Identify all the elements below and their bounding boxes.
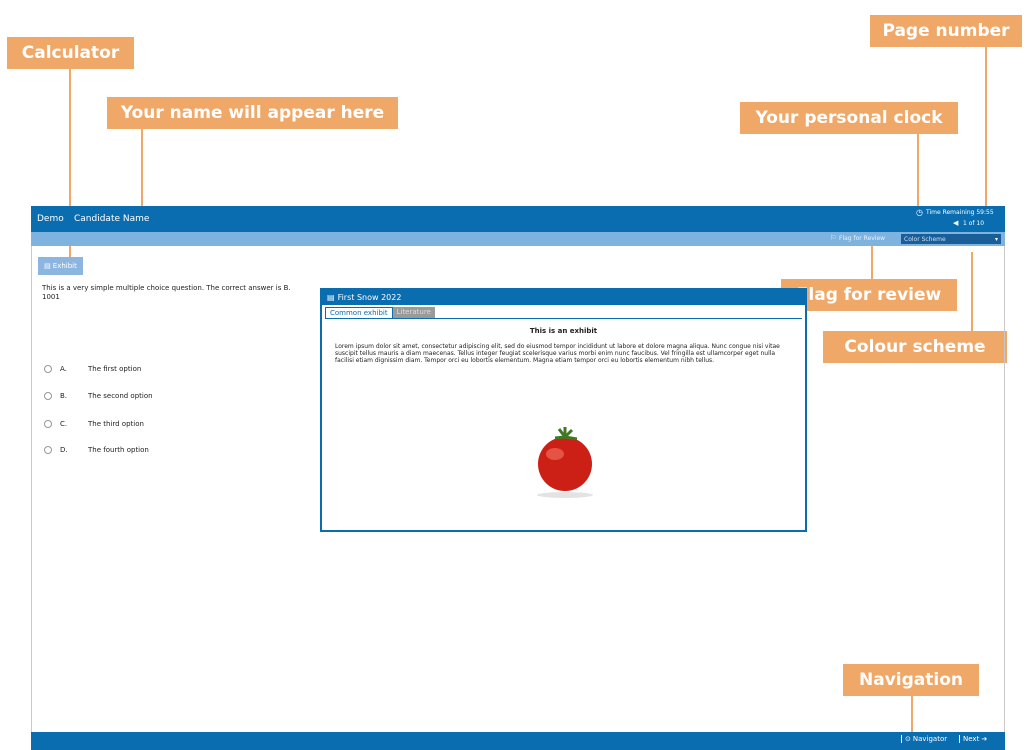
radio-button[interactable] <box>44 365 52 373</box>
callout-line <box>985 47 987 217</box>
calculator-icon: ▤ <box>327 293 335 302</box>
option-c[interactable]: C. The third option <box>44 420 144 428</box>
option-text: The second option <box>88 392 153 400</box>
next-label: Next <box>963 735 980 743</box>
option-letter: B. <box>60 392 68 400</box>
exhibit-window-titlebar[interactable]: ▤ First Snow 2022 <box>322 290 805 305</box>
color-scheme-select[interactable]: Color Scheme ▾ <box>901 234 1001 244</box>
time-remaining: Time Remaining 59:55 <box>926 209 994 216</box>
exhibit-paragraph: Lorem ipsum dolor sit amet, consectetur … <box>335 343 780 364</box>
exhibit-tabs: Common exhibit Literature <box>322 307 805 318</box>
tab-literature[interactable]: Literature <box>392 307 435 318</box>
option-text: The third option <box>88 420 144 428</box>
option-a[interactable]: A. The first option <box>44 365 141 373</box>
question-id: 1001 <box>42 293 60 301</box>
page-number: 1 of 10 <box>963 220 985 227</box>
next-button[interactable]: Next ➔ <box>959 735 987 743</box>
option-b[interactable]: B. The second option <box>44 392 153 400</box>
radio-button[interactable] <box>44 420 52 428</box>
question-body: This is a very simple multiple choice qu… <box>42 284 291 292</box>
radio-button[interactable] <box>44 392 52 400</box>
callout-line <box>141 129 143 209</box>
navigator-icon: ⊙ <box>905 735 911 743</box>
back-icon[interactable]: ◀ <box>953 219 958 227</box>
exhibit-window: ▤ First Snow 2022 Common exhibit Literat… <box>320 288 807 532</box>
header-bar: Demo Candidate Name ◷ Time Remaining 59:… <box>31 206 1005 232</box>
tomato-image <box>537 427 593 498</box>
callout-name: Your name will appear here <box>107 97 398 129</box>
question-text: This is a very simple multiple choice qu… <box>42 284 302 302</box>
flag-icon: ⚐ <box>830 234 837 242</box>
tab-common-exhibit[interactable]: Common exhibit <box>325 307 393 318</box>
option-d[interactable]: D. The fourth option <box>44 446 149 454</box>
navigator-button[interactable]: ⊙ Navigator <box>901 735 947 743</box>
callout-line <box>917 134 919 209</box>
footer-bar: ⊙ Navigator Next ➔ <box>31 732 1005 750</box>
candidate-name: Candidate Name <box>74 214 150 224</box>
flag-review-button[interactable]: Flag for Review <box>839 235 885 242</box>
exhibit-button[interactable]: ▤ Exhibit <box>38 257 83 275</box>
exhibit-content: This is an exhibit Lorem ipsum dolor sit… <box>325 318 802 521</box>
demo-label: Demo <box>37 214 64 224</box>
option-letter: A. <box>60 365 67 373</box>
exhibit-heading: This is an exhibit <box>529 327 598 335</box>
radio-button[interactable] <box>44 446 52 454</box>
option-text: The first option <box>88 365 142 373</box>
option-letter: C. <box>60 420 68 428</box>
arrow-right-icon: ➔ <box>981 735 988 743</box>
navigator-label: Navigator <box>912 735 948 743</box>
callout-page-number: Page number <box>870 15 1022 47</box>
option-letter: D. <box>60 446 68 454</box>
exhibit-label: Exhibit <box>52 262 77 270</box>
option-text: The fourth option <box>88 446 149 454</box>
exhibit-window-title: First Snow 2022 <box>337 293 402 302</box>
callout-calculator: Calculator <box>7 37 134 69</box>
clock-icon: ◷ <box>916 208 923 217</box>
toolbar-bar: ⚐ Flag for Review <box>31 232 1005 246</box>
chevron-down-icon: ▾ <box>994 235 998 243</box>
color-scheme-value: Color Scheme <box>904 235 946 243</box>
calculator-icon: ▤ <box>44 262 51 270</box>
callout-personal-clock: Your personal clock <box>740 102 958 134</box>
